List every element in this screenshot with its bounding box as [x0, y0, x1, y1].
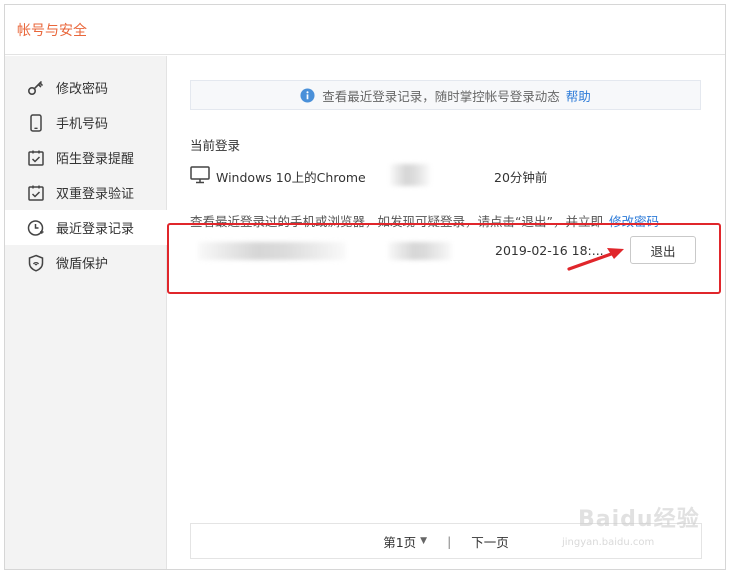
current-login-title: 当前登录	[190, 138, 241, 153]
sidebar-item-label: 修改密码	[56, 82, 109, 97]
blurred-location	[388, 242, 452, 260]
blurred-device	[198, 242, 346, 260]
page-select[interactable]: 第1页 ▼	[383, 532, 427, 551]
current-device-name: Windows 10上的Chrome	[216, 170, 366, 185]
recent-login-row: 2019-02-16 18:... 退出	[190, 232, 710, 272]
account-security-window: 帐号与安全 修改密码 手机号码 陌生登录提醒 双重登录验证 最近登录记录 微盾保…	[4, 4, 726, 570]
sidebar-item-label: 双重登录验证	[56, 187, 135, 202]
sidebar-item-label: 微盾保护	[56, 257, 109, 272]
change-password-link[interactable]: 修改密码	[609, 214, 659, 229]
key-icon	[25, 77, 47, 99]
logout-button[interactable]: 退出	[630, 236, 696, 264]
notice-text: 查看最近登录记录，随时掌控帐号登录动态	[322, 88, 560, 104]
pagination: 第1页 ▼ | 下一页	[190, 523, 702, 559]
clock-icon	[25, 217, 47, 239]
current-login-row: Windows 10上的Chrome 20分钟前	[190, 164, 710, 186]
sidebar-item-phone-number[interactable]: 手机号码	[5, 105, 166, 140]
info-notice: 查看最近登录记录，随时掌控帐号登录动态 帮助	[190, 80, 701, 110]
sidebar-item-recent-logins[interactable]: 最近登录记录	[5, 210, 167, 245]
hint-text: 查看最近登录过的手机或浏览器，如发现可疑登录，请点击“退出”，并立即	[190, 214, 603, 229]
sidebar-item-unfamiliar-login-alert[interactable]: 陌生登录提醒	[5, 140, 166, 175]
title-bar: 帐号与安全	[5, 5, 725, 55]
caret-down-icon: ▼	[420, 536, 428, 546]
monitor-icon	[190, 166, 210, 184]
phone-icon	[25, 112, 47, 134]
sidebar-item-label: 陌生登录提醒	[56, 152, 135, 167]
next-page-link[interactable]: 下一页	[471, 532, 509, 551]
help-link[interactable]: 帮助	[566, 86, 591, 105]
sidebar-item-two-step-verification[interactable]: 双重登录验证	[5, 175, 166, 210]
info-icon	[300, 87, 315, 103]
page-label: 第1页	[383, 534, 417, 550]
alert-calendar-icon	[25, 147, 47, 169]
sidebar: 修改密码 手机号码 陌生登录提醒 双重登录验证 最近登录记录 微盾保护	[5, 56, 167, 569]
blurred-location	[390, 164, 430, 186]
recent-login-hint: 查看最近登录过的手机或浏览器，如发现可疑登录，请点击“退出”，并立即 修改密码	[190, 211, 659, 230]
verify-calendar-icon	[25, 182, 47, 204]
sidebar-item-label: 最近登录记录	[56, 222, 135, 237]
pager-separator: |	[447, 533, 452, 549]
shield-icon	[25, 252, 47, 274]
sidebar-item-label: 手机号码	[56, 117, 109, 132]
current-login-time: 20分钟前	[494, 170, 548, 185]
window-title: 帐号与安全	[17, 23, 87, 39]
red-arrow-annotation	[567, 248, 624, 271]
sidebar-item-shield-protection[interactable]: 微盾保护	[5, 245, 166, 280]
sidebar-item-change-password[interactable]: 修改密码	[5, 70, 166, 105]
sidebar-nav: 修改密码 手机号码 陌生登录提醒 双重登录验证 最近登录记录 微盾保护	[5, 56, 167, 280]
main-content: 查看最近登录记录，随时掌控帐号登录动态 帮助 当前登录 Windows 10上的…	[168, 56, 725, 569]
